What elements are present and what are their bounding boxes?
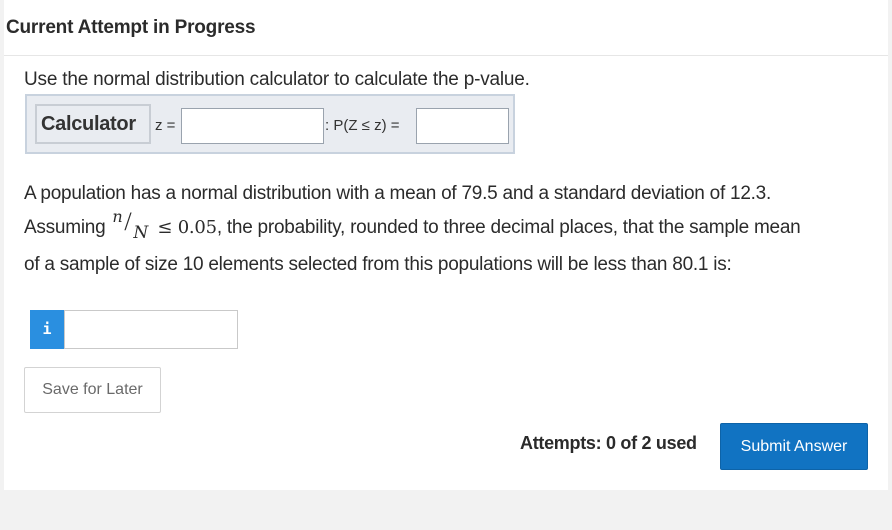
z-label: z = [155,117,176,134]
p-value-output[interactable] [416,108,509,144]
page-title: Current Attempt in Progress [6,17,256,38]
question-line-2: Assuming n / N ≤ 0.05, the probability, roun… [24,207,801,243]
question-line-1: A population has a normal distribution w… [24,183,772,204]
submit-answer-button[interactable]: Submit Answer [720,423,868,470]
question-card: Current Attempt in Progress Use the norm… [4,0,888,490]
question-line-2-prefix: Assuming [24,217,106,239]
question-line-2-suffix: , the probability, rounded to three deci… [216,217,801,239]
attempts-counter: Attempts: 0 of 2 used [520,433,697,453]
fraction-denominator: N [133,223,149,243]
save-for-later-button[interactable]: Save for Later [24,367,161,413]
calculator-button[interactable]: Calculator [35,104,151,144]
info-icon[interactable]: i [30,310,64,349]
z-input[interactable] [181,108,324,144]
p-label: : P(Z ≤ z) = [325,117,400,134]
calculator-panel: Calculator z = : P(Z ≤ z) = [25,94,515,154]
instruction-text: Use the normal distribution calculator t… [24,69,530,90]
fraction-numerator: n [112,207,123,226]
question-line-3: of a sample of size 10 elements selected… [24,254,732,275]
header: Current Attempt in Progress [4,0,888,56]
answer-input[interactable] [64,310,238,349]
inequality-math: ≤ 0.05 [157,217,217,239]
fraction-n-over-n: n / N [112,207,149,243]
